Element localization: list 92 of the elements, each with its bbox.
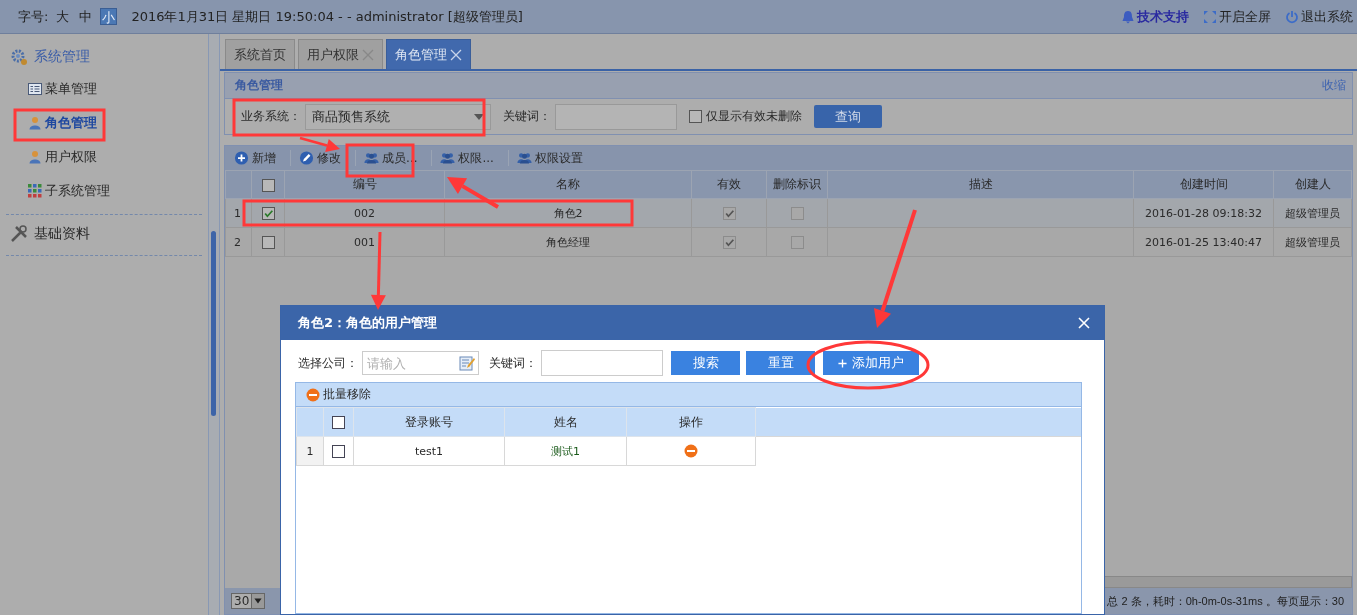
caret-icon — [474, 113, 484, 120]
table-cell: 角色经理 — [444, 227, 692, 257]
field-label: 业务系统： — [241, 108, 301, 125]
toolbar-button[interactable]: 成员... — [364, 149, 424, 167]
plus-circle-icon — [234, 151, 249, 165]
company-field[interactable]: 请输入 — [362, 351, 479, 375]
font-size-option[interactable]: 中 — [77, 8, 95, 25]
toolbar-button[interactable]: 权限设置 — [516, 149, 589, 167]
column-header[interactable]: 创建人 — [1273, 170, 1352, 199]
dialog-title: 角色2：角色的用户管理 — [298, 314, 438, 332]
header-link[interactable]: 退出系统 — [1285, 7, 1353, 26]
remove-icon[interactable] — [684, 444, 698, 458]
table-cell: 2016-01-25 13:40:47 — [1133, 227, 1274, 257]
column-header[interactable]: 描述 — [827, 170, 1134, 199]
header-link[interactable]: 开启全屏 — [1203, 7, 1271, 26]
row-checkbox[interactable] — [332, 444, 345, 458]
annotation-box — [345, 143, 415, 178]
minus-circle-icon — [306, 387, 320, 402]
checkbox[interactable] — [689, 110, 702, 123]
panel-title: 角色管理 — [235, 77, 283, 94]
header-link[interactable]: 技术支持 — [1121, 7, 1189, 26]
table-row[interactable]: 2 001 角色经理 2016-01-25 13:40:47 超级管理员 — [225, 227, 1352, 257]
annotation-arrow — [447, 177, 499, 209]
page-size-select[interactable]: 30 — [231, 593, 266, 609]
splitter-handle[interactable] — [211, 231, 216, 416]
gear-icon — [10, 48, 28, 66]
select-all-checkbox[interactable] — [332, 416, 345, 429]
grid-icon — [28, 184, 42, 198]
column-header[interactable]: 操作 — [626, 407, 756, 437]
annotation-arrow — [299, 136, 340, 152]
people-icon — [516, 151, 532, 165]
query-button[interactable]: 查询 — [814, 105, 882, 128]
tab[interactable]: 系统首页 — [225, 39, 295, 69]
field-label: 关键词： — [503, 108, 551, 125]
sidebar-item[interactable]: 菜单管理 — [22, 72, 103, 106]
column-header[interactable]: 删除标识 — [766, 170, 828, 199]
batch-remove-button[interactable]: 批量移除 — [306, 386, 371, 403]
font-size-label: 字号: — [18, 7, 49, 26]
checkbox-label: 仅显示有效未删除 — [706, 108, 802, 125]
table-cell: 超级管理员 — [1273, 227, 1352, 257]
tools-icon — [10, 225, 28, 243]
column-header[interactable]: 姓名 — [504, 407, 627, 437]
keyword-field[interactable] — [541, 350, 663, 376]
person-icon — [28, 116, 42, 130]
caret-icon — [251, 594, 265, 608]
table-row[interactable]: 1 002 角色2 2016-01-28 09:18:32 超级管理员 — [225, 198, 1352, 228]
fullscreen-icon — [1203, 9, 1217, 24]
dialog-button[interactable]: 搜索 — [671, 351, 740, 375]
row-checkbox[interactable] — [261, 206, 275, 220]
session-info: 2016年1月31日 星期日 19:50:04 - - administrator [超级管理员] — [131, 7, 523, 26]
font-size-option[interactable]: 小 — [100, 8, 118, 25]
column-header[interactable]: 创建时间 — [1133, 170, 1274, 199]
people-icon — [364, 151, 379, 165]
sidebar-group-title[interactable]: 基础资料 — [0, 219, 100, 249]
sidebar-item[interactable]: 角色管理 — [22, 106, 103, 140]
system-select[interactable]: 商品预售系统 — [305, 103, 491, 130]
list-icon — [28, 82, 42, 96]
column-header[interactable]: 名称 — [444, 170, 692, 199]
select-all-checkbox[interactable] — [261, 178, 275, 192]
sidebar-item[interactable]: 用户权限 — [22, 140, 103, 174]
table-cell: 超级管理员 — [1273, 198, 1352, 228]
column-header[interactable]: 有效 — [691, 170, 767, 199]
sidebar-item[interactable]: 子系统管理 — [22, 174, 116, 208]
bell-icon — [1121, 9, 1135, 24]
power-icon — [1285, 9, 1299, 24]
table-cell: 2016-01-28 09:18:32 — [1133, 198, 1274, 228]
column-header[interactable]: 登录账号 — [353, 407, 505, 437]
field-label: 选择公司： — [298, 354, 358, 372]
field-label: 关键词： — [489, 354, 537, 372]
pencil-circle-icon — [299, 151, 314, 165]
table-cell: test1 — [353, 436, 505, 466]
table-cell: 001 — [284, 227, 445, 257]
row-checkbox[interactable] — [261, 235, 275, 249]
person-icon — [28, 150, 42, 164]
keyword-field[interactable] — [555, 103, 677, 130]
sidebar-group-title[interactable]: 系统管理 — [0, 42, 100, 72]
dialog-button[interactable]: 重置 — [746, 351, 815, 375]
tab[interactable]: 用户权限 — [298, 39, 383, 69]
font-size-option[interactable]: 大 — [54, 8, 72, 25]
edit-icon[interactable] — [459, 355, 475, 371]
plus-icon — [838, 358, 847, 368]
pager-summary: 总 2 条，耗时：0h-0m-0s-31ms 。每页显示：30 — [1107, 593, 1345, 609]
table-cell: 测试1 — [504, 436, 627, 466]
row-number: 1 — [296, 436, 324, 466]
horizontal-scrollbar[interactable] — [1102, 576, 1352, 588]
toolbar-button[interactable]: 权限... — [440, 149, 500, 167]
people-icon — [440, 151, 456, 165]
row-number: 2 — [225, 227, 252, 257]
toolbar-button[interactable]: 新增 — [234, 149, 282, 167]
tab[interactable]: 角色管理 — [386, 39, 471, 69]
column-header[interactable]: 编号 — [284, 170, 445, 199]
dialog-button[interactable]: 添加用户 — [823, 351, 919, 375]
